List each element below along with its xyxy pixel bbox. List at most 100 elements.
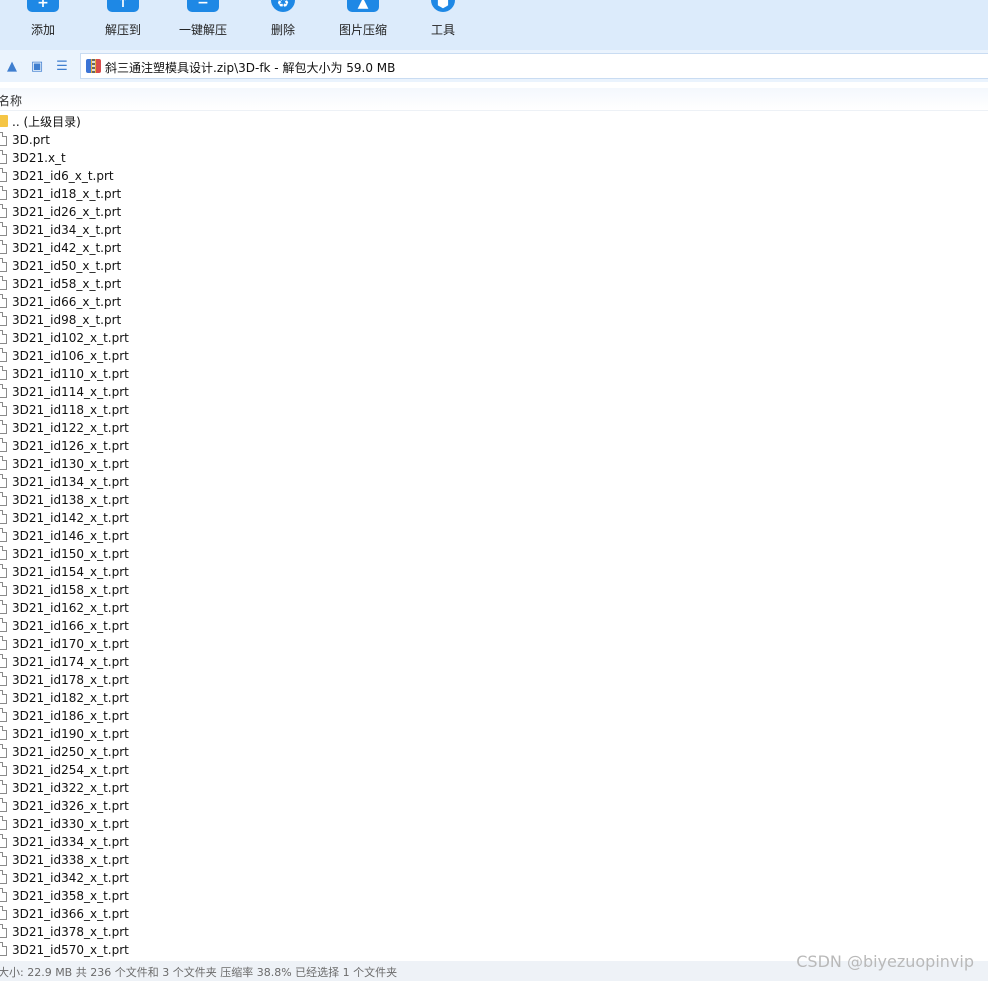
file-row[interactable]: 3D.prt <box>0 131 988 149</box>
tools-button[interactable]: ⬢ 工具 <box>403 0 483 50</box>
file-row[interactable]: 3D21_id186_x_t.prt <box>0 707 988 725</box>
file-row[interactable]: 3D21_id118_x_t.prt <box>0 401 988 419</box>
file-row[interactable]: 3D21_id146_x_t.prt <box>0 527 988 545</box>
file-row[interactable]: 3D21_id170_x_t.prt <box>0 635 988 653</box>
file-row[interactable]: 3D21_id254_x_t.prt <box>0 761 988 779</box>
file-row[interactable]: 3D21_id42_x_t.prt <box>0 239 988 257</box>
file-name: 3D21_id126_x_t.prt <box>12 439 129 453</box>
file-list: .. (上级目录) 3D.prt 3D21.x_t 3D21_id6_x_t.prt 3… <box>0 113 988 959</box>
file-icon <box>0 474 7 488</box>
file-name: 3D21_id162_x_t.prt <box>12 601 129 615</box>
file-name: 3D21_id146_x_t.prt <box>12 529 129 543</box>
file-row[interactable]: 3D21_id342_x_t.prt <box>0 869 988 887</box>
name-column-header[interactable]: 名称 <box>0 92 22 109</box>
file-row[interactable]: 3D21_id182_x_t.prt <box>0 689 988 707</box>
file-icon <box>0 870 7 884</box>
file-row[interactable]: 3D21_id178_x_t.prt <box>0 671 988 689</box>
file-row[interactable]: 3D21_id50_x_t.prt <box>0 257 988 275</box>
folder-icon <box>0 115 8 127</box>
thumbnail-view-icon[interactable]: ▣ <box>29 58 45 74</box>
up-arrow-icon[interactable]: ▲ <box>4 58 20 74</box>
file-name: 3D21_id150_x_t.prt <box>12 547 129 561</box>
file-row[interactable]: 3D21_id154_x_t.prt <box>0 563 988 581</box>
file-icon <box>0 222 7 236</box>
file-name: 3D21_id342_x_t.prt <box>12 871 129 885</box>
add-button[interactable]: + 添加 <box>3 0 83 50</box>
file-name: 3D21_id50_x_t.prt <box>12 259 122 273</box>
file-name: 3D21_id366_x_t.prt <box>12 907 129 921</box>
file-icon <box>0 492 7 506</box>
file-row[interactable]: 3D21_id126_x_t.prt <box>0 437 988 455</box>
file-row[interactable]: 3D21_id122_x_t.prt <box>0 419 988 437</box>
file-icon <box>0 546 7 560</box>
file-icon <box>0 690 7 704</box>
one-click-extract-label: 一键解压 <box>178 23 227 37</box>
file-name: 3D21_id174_x_t.prt <box>12 655 129 669</box>
delete-button[interactable]: ♻ 删除 <box>243 0 323 50</box>
file-name: 3D21_id34_x_t.prt <box>12 223 122 237</box>
file-row[interactable]: 3D21_id34_x_t.prt <box>0 221 988 239</box>
toolbar: + 添加 ↑ 解压到 − 一键解压 ♻ 删除 ▲ 图片压缩 ⬢ 工具 <box>0 0 988 50</box>
file-row[interactable]: 3D21_id330_x_t.prt <box>0 815 988 833</box>
file-row[interactable]: 3D21_id98_x_t.prt <box>0 311 988 329</box>
file-row[interactable]: 3D21_id102_x_t.prt <box>0 329 988 347</box>
file-row[interactable]: 3D21_id338_x_t.prt <box>0 851 988 869</box>
extract-to-button[interactable]: ↑ 解压到 <box>83 0 163 50</box>
file-name: 3D21_id142_x_t.prt <box>12 511 129 525</box>
file-row[interactable]: 3D21_id150_x_t.prt <box>0 545 988 563</box>
path-text: 斜三通注塑模具设计.zip\3D-fk - 解包大小为 59.0 MB <box>105 61 396 75</box>
file-row[interactable]: 3D21_id130_x_t.prt <box>0 455 988 473</box>
file-row[interactable]: 3D21_id26_x_t.prt <box>0 203 988 221</box>
file-row[interactable]: 3D21_id358_x_t.prt <box>0 887 988 905</box>
file-name: 3D21_id26_x_t.prt <box>12 205 122 219</box>
file-name: 3D21_id178_x_t.prt <box>12 673 129 687</box>
file-row[interactable]: 3D21_id334_x_t.prt <box>0 833 988 851</box>
file-row[interactable]: 3D21_id18_x_t.prt <box>0 185 988 203</box>
file-name: 3D21_id58_x_t.prt <box>12 277 122 291</box>
file-row[interactable]: 3D21.x_t <box>0 149 988 167</box>
file-row[interactable]: 3D21_id322_x_t.prt <box>0 779 988 797</box>
file-icon <box>0 348 7 362</box>
file-row[interactable]: 3D21_id326_x_t.prt <box>0 797 988 815</box>
file-row[interactable]: 3D21_id138_x_t.prt <box>0 491 988 509</box>
file-row[interactable]: 3D21_id6_x_t.prt <box>0 167 988 185</box>
file-row[interactable]: 3D21_id66_x_t.prt <box>0 293 988 311</box>
file-row[interactable]: 3D21_id106_x_t.prt <box>0 347 988 365</box>
file-icon <box>0 528 7 542</box>
file-icon <box>0 942 7 956</box>
file-name: 3D21_id42_x_t.prt <box>12 241 122 255</box>
file-name: 3D21_id338_x_t.prt <box>12 853 129 867</box>
one-click-extract-button[interactable]: − 一键解压 <box>163 0 243 50</box>
file-name: 3D21_id18_x_t.prt <box>12 187 122 201</box>
file-row[interactable]: 3D21_id162_x_t.prt <box>0 599 988 617</box>
file-row[interactable]: 3D21_id174_x_t.prt <box>0 653 988 671</box>
file-row[interactable]: 3D21_id58_x_t.prt <box>0 275 988 293</box>
file-icon <box>0 312 7 326</box>
file-icon <box>0 708 7 722</box>
file-row[interactable]: 3D21_id114_x_t.prt <box>0 383 988 401</box>
file-name: 3D21_id118_x_t.prt <box>12 403 129 417</box>
list-view-icon[interactable]: ☰ <box>54 58 70 74</box>
file-row[interactable]: 3D21_id142_x_t.prt <box>0 509 988 527</box>
file-row[interactable]: 3D21_id378_x_t.prt <box>0 923 988 941</box>
file-name: 3D21.x_t <box>12 151 66 165</box>
file-name: 3D21_id330_x_t.prt <box>12 817 129 831</box>
file-icon <box>0 726 7 740</box>
file-row[interactable]: 3D21_id158_x_t.prt <box>0 581 988 599</box>
image-compress-icon: ▲ <box>347 0 379 12</box>
file-icon <box>0 924 7 938</box>
file-row[interactable]: 3D21_id190_x_t.prt <box>0 725 988 743</box>
file-name: 3D21_id6_x_t.prt <box>12 169 114 183</box>
file-row[interactable]: 3D21_id366_x_t.prt <box>0 905 988 923</box>
file-row[interactable]: 3D21_id166_x_t.prt <box>0 617 988 635</box>
delete-icon: ♻ <box>271 0 295 12</box>
image-compress-button[interactable]: ▲ 图片压缩 <box>323 0 403 50</box>
parent-folder-row[interactable]: .. (上级目录) <box>0 113 988 131</box>
file-row[interactable]: 3D21_id250_x_t.prt <box>0 743 988 761</box>
file-row[interactable]: 3D21_id134_x_t.prt <box>0 473 988 491</box>
file-icon <box>0 816 7 830</box>
file-icon <box>0 168 7 182</box>
file-icon <box>0 330 7 344</box>
path-field[interactable]: 斜三通注塑模具设计.zip\3D-fk - 解包大小为 59.0 MB <box>80 53 988 79</box>
file-row[interactable]: 3D21_id110_x_t.prt <box>0 365 988 383</box>
